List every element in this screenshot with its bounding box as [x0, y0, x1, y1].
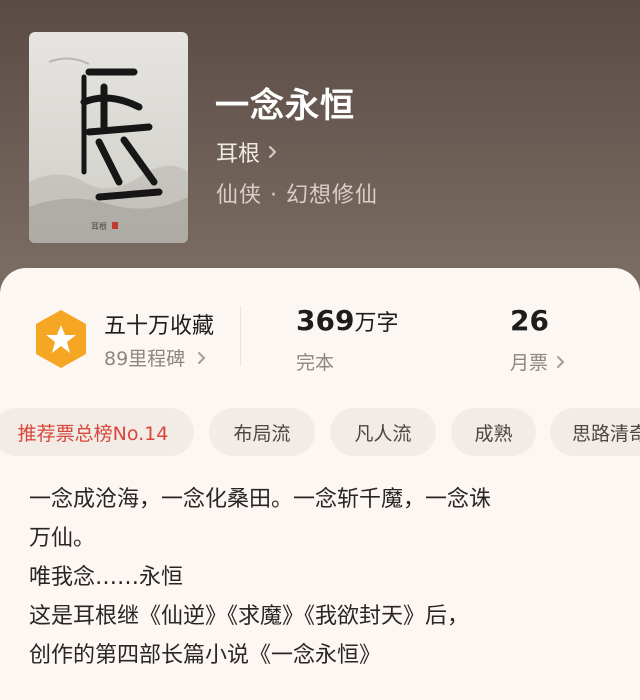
book-info-panel: 五十万收藏 89里程碑 369万字 完本 26 月票 推荐票总榜No.14 布局… [0, 268, 640, 700]
favorites-count: 五十万收藏 [104, 314, 215, 339]
cover-artwork: 耳根 [29, 57, 188, 243]
completion-status: 完本 [296, 352, 335, 374]
monthly-tickets-count: 26 [510, 304, 549, 337]
book-description[interactable]: 一念成沧海，一念化桑田。一念斩千魔，一念诛 万仙。 唯我念……永恒 这是耳根继《… [29, 480, 609, 675]
author-name: 耳根 [216, 142, 261, 167]
chevron-right-icon [269, 146, 277, 158]
book-genre: 仙侠 · 幻想修仙 [216, 183, 378, 208]
chevron-right-icon [557, 355, 565, 368]
description-line: 唯我念……永恒 [29, 565, 184, 590]
tag-item[interactable]: 凡人流 [330, 408, 436, 456]
description-line: 创作的第四部长篇小说《一念永恒》 [29, 643, 382, 668]
star-badge-icon [36, 310, 86, 368]
tag-item[interactable]: 思路清奇 [550, 408, 640, 456]
tag-rank[interactable]: 推荐票总榜No.14 [0, 408, 194, 456]
description-line: 万仙。 [29, 526, 96, 551]
cover-author-stamp: 耳根 [91, 221, 107, 231]
stats-divider [240, 306, 241, 366]
tag-item[interactable]: 成熟 [451, 408, 536, 456]
monthly-tickets-link[interactable]: 月票 [510, 348, 568, 375]
milestones-label: 89里程碑 [104, 348, 186, 370]
word-count-number: 369 [296, 304, 355, 337]
word-count-unit: 万字 [354, 311, 399, 336]
tag-list: 推荐票总榜No.14 布局流 凡人流 成熟 思路清奇 [0, 408, 640, 458]
chevron-right-icon [198, 351, 206, 364]
book-title: 一念永恒 [215, 86, 355, 126]
stats-row: 五十万收藏 89里程碑 369万字 完本 26 月票 [0, 268, 640, 388]
book-cover[interactable]: 耳根 [29, 32, 188, 243]
tag-item[interactable]: 布局流 [209, 408, 315, 456]
author-link[interactable]: 耳根 [216, 136, 280, 168]
word-count: 369万字 [296, 304, 398, 337]
monthly-tickets-label: 月票 [510, 352, 549, 374]
milestones-link[interactable]: 89里程碑 [104, 344, 209, 371]
description-line: 这是耳根继《仙逆》《求魔》《我欲封天》后， [29, 604, 470, 629]
description-line: 一念成沧海，一念化桑田。一念斩千魔，一念诛 [29, 487, 492, 512]
